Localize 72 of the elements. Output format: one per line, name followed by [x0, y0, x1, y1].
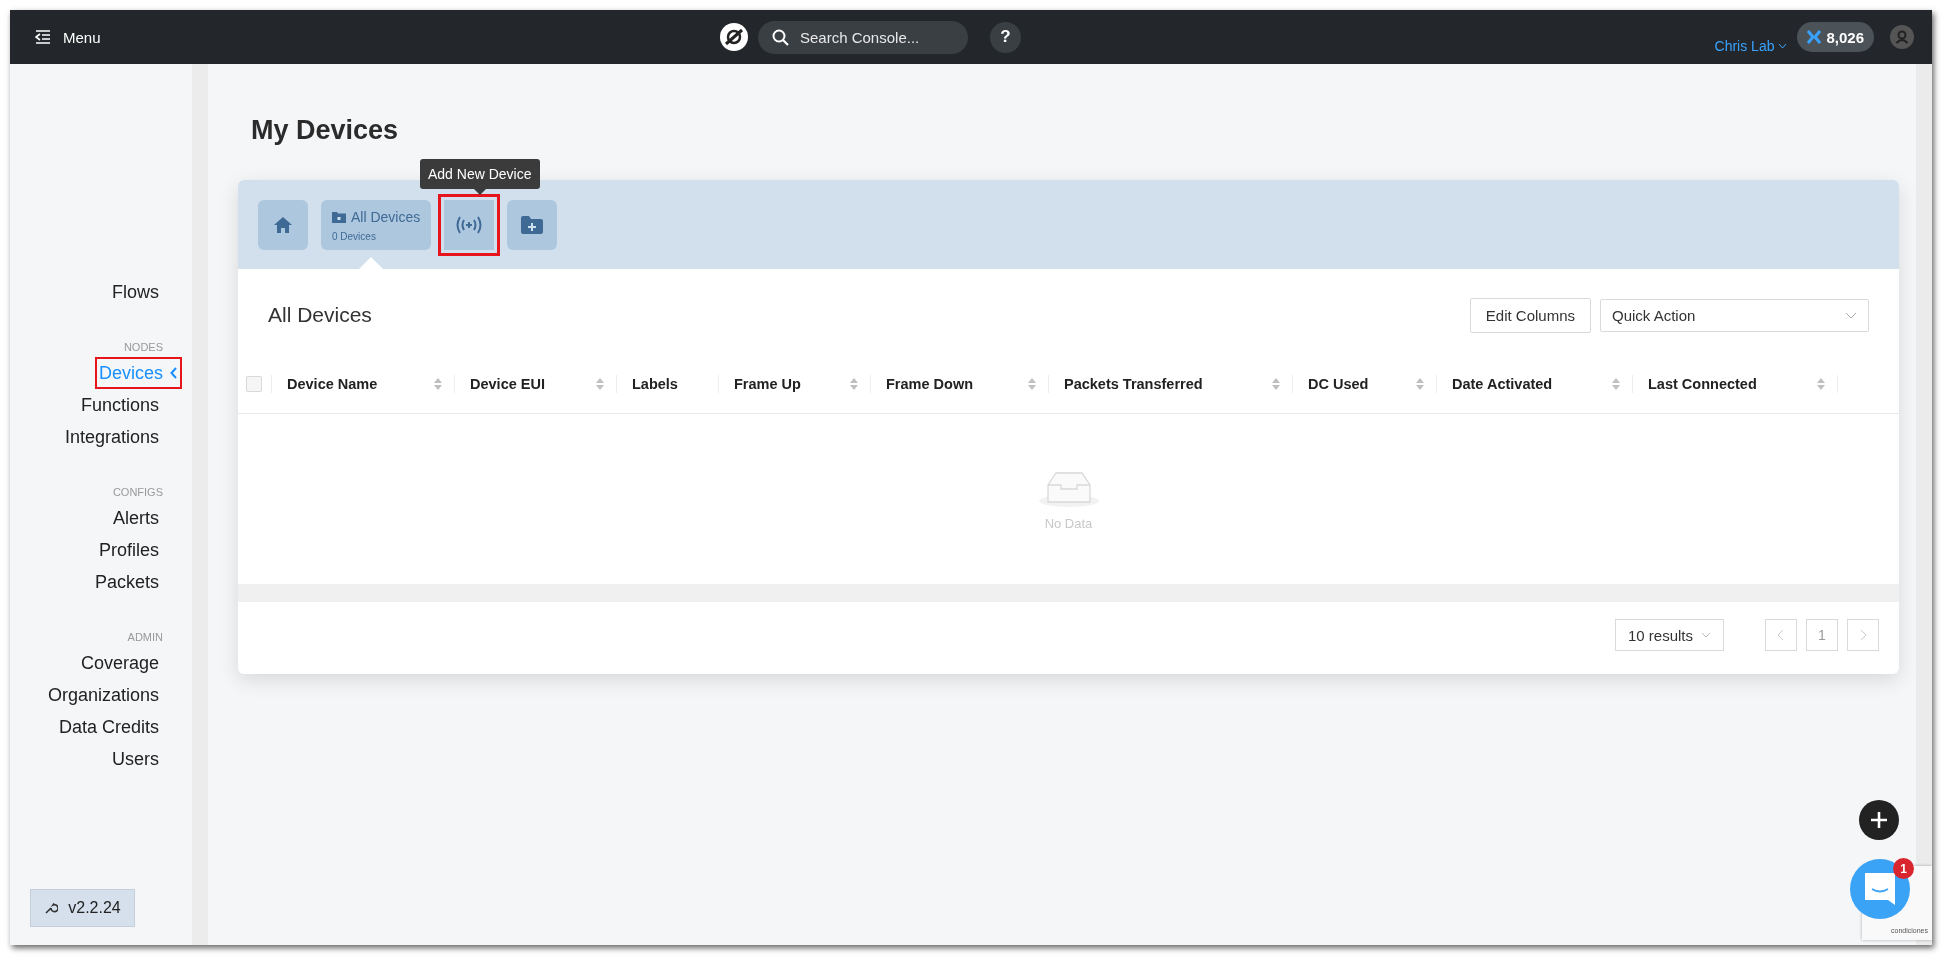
menu-button[interactable]: Menu [35, 28, 101, 46]
sidebar-item[interactable]: Organizations [43, 679, 163, 711]
sidebar-item[interactable]: Packets [90, 566, 163, 598]
balance-value: 8,026 [1826, 28, 1864, 46]
tooltip-arrow [473, 189, 486, 195]
horizontal-scrollbar[interactable] [238, 584, 1899, 602]
version-text: v2.2.24 [68, 899, 121, 917]
home-button[interactable] [258, 200, 308, 250]
sort-icon[interactable] [1416, 378, 1424, 390]
organization-dropdown[interactable]: Chris Lab [1714, 38, 1788, 54]
add-folder-button[interactable] [507, 200, 557, 250]
avatar-icon[interactable] [1890, 25, 1914, 49]
select-all-checkbox[interactable] [246, 376, 262, 392]
sort-icon[interactable] [1612, 378, 1620, 390]
chevron-right-icon [1859, 629, 1867, 641]
sort-icon[interactable] [850, 378, 858, 390]
page-title: My Devices [251, 114, 400, 146]
scrollbar[interactable] [192, 64, 208, 945]
sidebar-item[interactable]: Functions [76, 389, 163, 421]
selection-pointer [359, 257, 383, 269]
chevron-left-icon [170, 367, 178, 379]
column-header: Last Connected [1648, 376, 1757, 392]
logo-icon [720, 23, 748, 51]
column-header: Date Activated [1452, 376, 1553, 392]
group-label: All Devices [332, 208, 421, 225]
chevron-down-icon [1845, 311, 1857, 320]
sort-icon[interactable] [596, 378, 604, 390]
table-title: All Devices [268, 303, 373, 327]
sidebar-item[interactable]: Users [108, 743, 163, 775]
column-header: Packets Transferred [1064, 376, 1203, 392]
chevron-down-icon [1778, 43, 1788, 49]
sidebar-item[interactable]: Profiles [94, 534, 163, 566]
section-heading: NODES [123, 341, 163, 353]
next-page-button[interactable] [1847, 619, 1879, 651]
section-heading: ADMIN [127, 631, 163, 643]
quick-action-select[interactable]: Quick Action [1600, 298, 1869, 332]
x-logo-icon [1807, 30, 1822, 44]
column-header: Frame Down [886, 376, 973, 392]
sidebar-item[interactable]: Coverage [76, 647, 163, 679]
wrench-icon [44, 901, 59, 915]
column-header: Frame Up [734, 376, 801, 392]
search-icon [772, 28, 790, 47]
search-field[interactable]: Search Console... [758, 20, 968, 54]
home-icon [273, 216, 293, 234]
sort-icon[interactable] [1272, 378, 1280, 390]
folder-lock-icon [332, 210, 346, 223]
edit-columns-button[interactable]: Edit Columns [1469, 297, 1591, 333]
tooltip: Add New Device [420, 159, 540, 189]
sort-icon[interactable] [1817, 378, 1825, 390]
sidebar-item[interactable]: Alerts [109, 502, 163, 534]
help-button[interactable]: ? [990, 21, 1021, 53]
sidebar-item[interactable]: Flows [108, 276, 163, 308]
section-heading: CONFIGS [112, 486, 163, 498]
sidebar-item[interactable]: Integrations [60, 421, 163, 453]
add-device-button[interactable] [438, 194, 500, 256]
column-header: Device Name [287, 376, 378, 392]
page-size-select[interactable]: 10 results [1614, 619, 1724, 651]
signal-plus-icon [454, 215, 484, 235]
column-header: Labels [632, 376, 678, 392]
column-header: DC Used [1308, 376, 1369, 392]
sort-icon[interactable] [434, 378, 442, 390]
add-button[interactable] [1859, 800, 1899, 840]
chevron-left-icon [1777, 629, 1785, 641]
chevron-down-icon [1701, 632, 1711, 638]
device-count: 0 Devices [332, 230, 376, 242]
plus-icon [1869, 810, 1889, 830]
sort-icon[interactable] [1028, 378, 1036, 390]
previous-page-button[interactable] [1765, 619, 1797, 651]
sidebar-item[interactable]: Data Credits [54, 711, 163, 743]
folder-plus-icon [520, 215, 544, 235]
menu-icon [35, 30, 51, 44]
column-header: Device EUI [470, 376, 545, 392]
